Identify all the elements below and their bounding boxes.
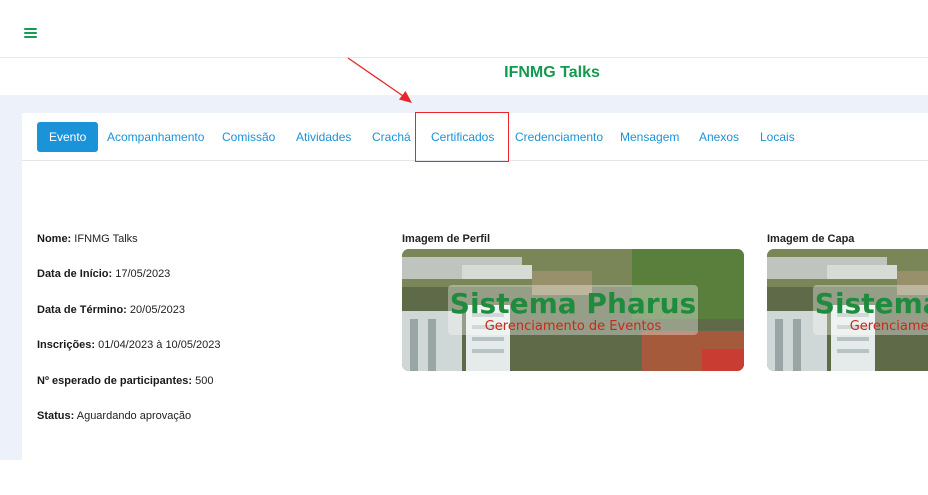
detail-nome: Nome: IFNMG Talks (37, 233, 138, 245)
annotation-highlight-box (415, 112, 509, 162)
detail-status-label: Status: (37, 410, 75, 422)
tab-acompanhamento[interactable]: Acompanhamento (107, 122, 204, 152)
detail-data-termino-value: 20/05/2023 (129, 304, 185, 316)
tab-credenciamento[interactable]: Credenciamento (515, 122, 603, 152)
hamburger-menu-icon[interactable] (24, 28, 37, 39)
detail-nome-label: Nome: (37, 233, 72, 245)
tab-anexos[interactable]: Anexos (699, 122, 739, 152)
tab-mensagem[interactable]: Mensagem (620, 122, 679, 152)
detail-inscricoes: Inscrições: 01/04/2023 à 10/05/2023 (37, 339, 221, 351)
tab-cracha[interactable]: Crachá (372, 122, 411, 152)
cover-image-label: Imagem de Capa (767, 233, 855, 245)
detail-participantes-value: 500 (195, 375, 214, 387)
detail-status-value: Aguardando aprovação (76, 410, 192, 422)
detail-participantes: Nº esperado de participantes: 500 (37, 375, 213, 387)
cover-banner-title: Sistema Pharus (815, 287, 928, 320)
detail-data-termino: Data de Término: 20/05/2023 (37, 304, 185, 316)
detail-data-inicio-label: Data de Início: (37, 268, 113, 280)
detail-data-termino-label: Data de Término: (37, 304, 127, 316)
tab-evento[interactable]: Evento (37, 122, 99, 152)
profile-banner-subtitle: Gerenciamento de Eventos (485, 319, 662, 334)
page-root: IFNMG Talks Evento Acompanhamento Comiss… (0, 0, 928, 495)
cover-image: Sistema Pharus Gerenciamento de Eventos (767, 249, 928, 371)
top-bar (0, 0, 928, 58)
detail-participantes-label: Nº esperado de participantes: (37, 375, 193, 387)
tab-atividades[interactable]: Atividades (296, 122, 351, 152)
tab-comissao[interactable]: Comissão (222, 122, 275, 152)
event-title: IFNMG Talks (0, 58, 928, 95)
annotation-arrow-icon (347, 57, 412, 103)
detail-data-inicio-value: 17/05/2023 (115, 268, 171, 280)
detail-inscricoes-value: 01/04/2023 à 10/05/2023 (98, 339, 221, 351)
detail-status: Status: Aguardando aprovação (37, 410, 191, 422)
profile-banner-title: Sistema Pharus (450, 287, 696, 320)
profile-image: Sistema Pharus Gerenciamento de Eventos (402, 249, 744, 371)
detail-inscricoes-label: Inscrições: (37, 339, 96, 351)
detail-data-inicio: Data de Início: 17/05/2023 (37, 268, 170, 280)
profile-image-label: Imagem de Perfil (402, 233, 491, 245)
detail-nome-value: IFNMG Talks (74, 233, 138, 245)
tab-locais[interactable]: Locais (760, 122, 795, 152)
cover-banner-subtitle: Gerenciamento de Eventos (850, 319, 928, 334)
